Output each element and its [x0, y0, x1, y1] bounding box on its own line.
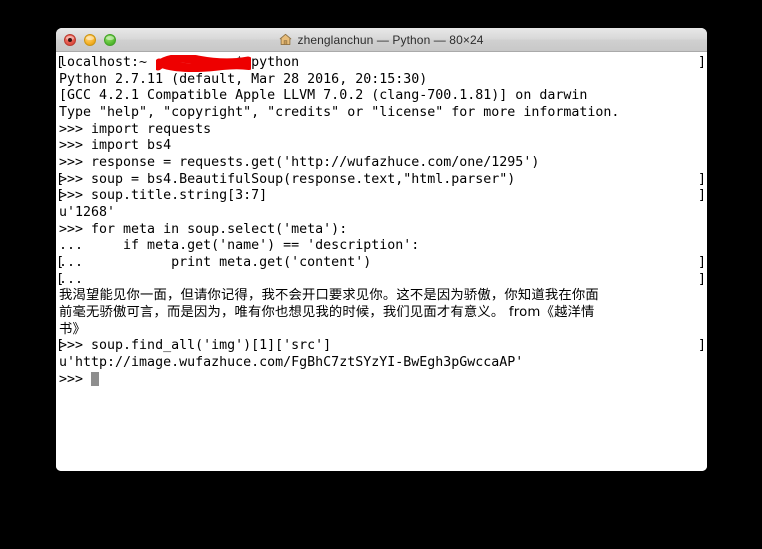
- zoom-button[interactable]: [104, 33, 116, 46]
- terminal-line: >>> import bs4: [59, 138, 707, 155]
- terminal-line-text: u'1268': [59, 205, 116, 221]
- terminal-line: >>> response = requests.get('http://wufa…: [59, 155, 707, 172]
- terminal-line: >>> import requests: [59, 122, 707, 139]
- terminal-line-text: >>>: [59, 371, 92, 387]
- terminal-line-text: >>> for meta in soup.select('meta'):: [59, 221, 348, 237]
- terminal-line-text: 我渴望能见你一面，但请你记得，我不会开口要求见你。这不是因为骄傲，你知道我在你面: [59, 288, 599, 304]
- desktop-background: zhenglanchun — Python — 80×24 localhost:…: [0, 0, 762, 549]
- terminal-line: u'1268': [59, 205, 707, 222]
- terminal-line: >>> soup.title.string[3:7]: [56, 188, 707, 205]
- terminal-line: localhost:~ $ python: [56, 53, 707, 73]
- terminal-line-text: u'http://image.wufazhuce.com/FgBhC7ztSYz…: [59, 355, 524, 371]
- terminal-content-area[interactable]: localhost:~ $ pythonPython 2.7.11 (defau…: [56, 52, 707, 471]
- terminal-line: ... if meta.get('name') == 'description'…: [59, 238, 707, 255]
- terminal-line-text: >>> soup.title.string[3:7]: [59, 188, 268, 204]
- terminal-cursor: [91, 371, 100, 386]
- terminal-line-text: >>> import requests: [59, 121, 212, 137]
- terminal-line: >>>: [59, 371, 707, 389]
- window-title-group: zhenglanchun — Python — 80×24: [56, 28, 707, 51]
- home-icon: [280, 33, 292, 45]
- terminal-output: localhost:~ $ pythonPython 2.7.11 (defau…: [56, 53, 707, 389]
- terminal-line-text: 书》: [59, 321, 86, 337]
- minimize-button[interactable]: [84, 33, 96, 46]
- terminal-line-text: 前毫无骄傲可言，而是因为，唯有你也想见我的时候，我们见面才有意义。 from《越…: [59, 305, 595, 321]
- terminal-line: Python 2.7.11 (default, Mar 28 2016, 20:…: [59, 72, 707, 89]
- terminal-line-text: >>> import bs4: [59, 138, 172, 154]
- terminal-line-text: >>> response = requests.get('http://wufa…: [59, 155, 540, 171]
- terminal-line: [GCC 4.2.1 Compatible Apple LLVM 7.0.2 (…: [59, 88, 707, 105]
- terminal-line-text: ... print meta.get('content'): [59, 255, 372, 271]
- terminal-line: Type "help", "copyright", "credits" or "…: [59, 105, 707, 122]
- terminal-line-text: localhost:~ $ python: [59, 55, 300, 70]
- terminal-line: ... print meta.get('content'): [56, 255, 707, 272]
- terminal-line: >>> for meta in soup.select('meta'):: [59, 222, 707, 239]
- terminal-line-text: >>> soup.find_all('img')[1]['src']: [59, 338, 332, 354]
- terminal-line-text: Type "help", "copyright", "credits" or "…: [59, 105, 620, 121]
- window-controls: [64, 28, 116, 51]
- terminal-line-text: ...: [59, 271, 92, 287]
- terminal-line-text: >>> soup = bs4.BeautifulSoup(response.te…: [59, 171, 516, 187]
- terminal-window[interactable]: zhenglanchun — Python — 80×24 localhost:…: [56, 28, 707, 471]
- terminal-line: >>> soup.find_all('img')[1]['src']: [56, 338, 707, 355]
- terminal-line: u'http://image.wufazhuce.com/FgBhC7ztSYz…: [59, 355, 707, 372]
- window-title: zhenglanchun — Python — 80×24: [297, 32, 484, 47]
- terminal-line: 我渴望能见你一面，但请你记得，我不会开口要求见你。这不是因为骄傲，你知道我在你面: [59, 288, 707, 305]
- terminal-line-text: ... if meta.get('name') == 'description'…: [59, 238, 420, 254]
- terminal-line: 前毫无骄傲可言，而是因为，唯有你也想见我的时候，我们见面才有意义。 from《越…: [59, 305, 707, 322]
- terminal-line: 书》: [59, 322, 707, 339]
- terminal-line-text: Python 2.7.11 (default, Mar 28 2016, 20:…: [59, 71, 428, 87]
- close-button[interactable]: [64, 33, 76, 46]
- terminal-line-text: [GCC 4.2.1 Compatible Apple LLVM 7.0.2 (…: [59, 88, 588, 104]
- terminal-line: >>> soup = bs4.BeautifulSoup(response.te…: [56, 171, 707, 189]
- window-title-bar[interactable]: zhenglanchun — Python — 80×24: [56, 28, 707, 52]
- terminal-line: ...: [56, 271, 707, 289]
